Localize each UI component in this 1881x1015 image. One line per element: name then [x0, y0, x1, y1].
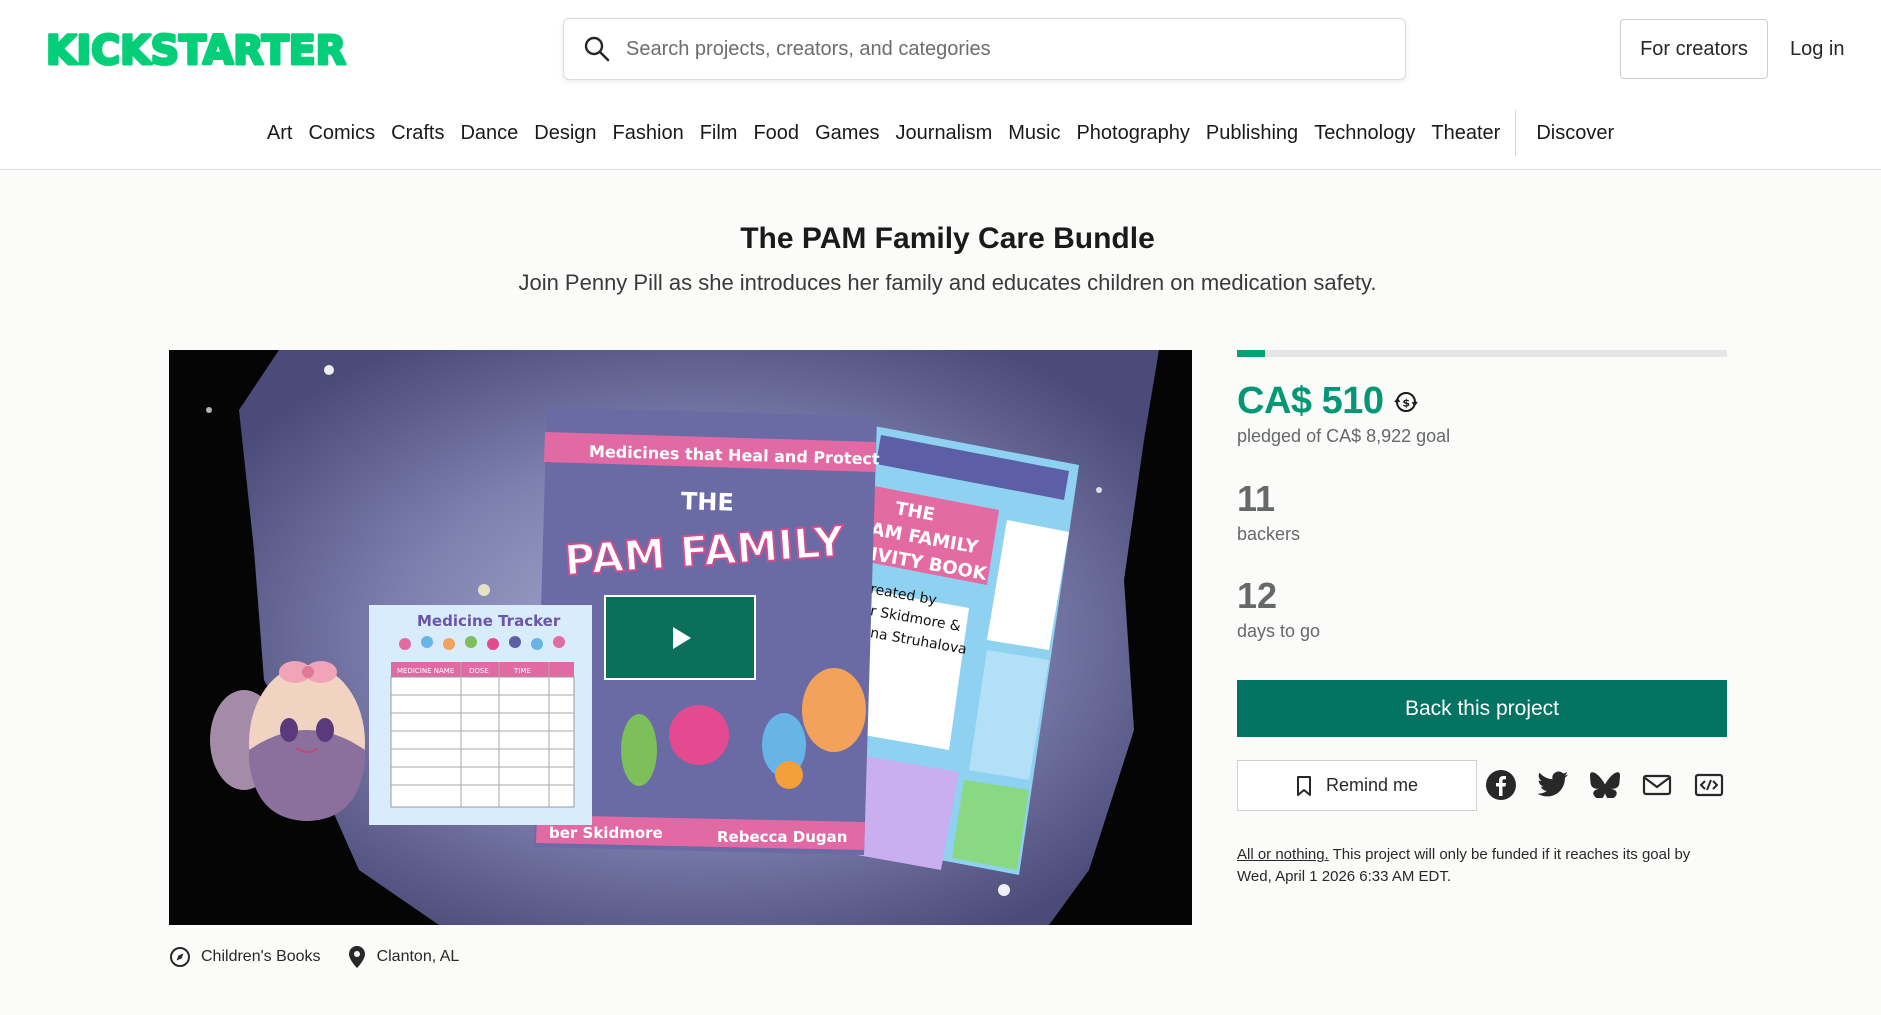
bookmark-icon [1296, 775, 1311, 796]
days-count: 12 [1237, 575, 1278, 616]
category-label: Children's Books [201, 948, 321, 965]
medicine-tracker: Medicine Tracker MEDICINE NAME DOSE TIME [369, 605, 592, 825]
project-subtitle: Join Penny Pill as she introduces her fa… [518, 270, 1377, 295]
all-or-nothing-link[interactable]: All or nothing. [1237, 846, 1329, 863]
bluesky-icon[interactable] [1588, 768, 1622, 802]
backers-label: backers [1237, 524, 1301, 544]
currency-convert-icon[interactable]: $ [1393, 389, 1419, 415]
category-food[interactable]: Food [745, 122, 807, 145]
compass-icon [170, 947, 190, 967]
embed-icon[interactable] [1692, 768, 1726, 802]
for-creators-button[interactable]: For creators [1620, 19, 1768, 79]
svg-text:MEDICINE NAME: MEDICINE NAME [397, 667, 454, 675]
funding-progress-bar [1237, 350, 1727, 357]
funding-progress-fill [1237, 350, 1265, 357]
category-design[interactable]: Design [526, 122, 604, 145]
location-pin-icon [348, 946, 365, 968]
email-icon[interactable] [1640, 768, 1674, 802]
svg-text:Medicine Tracker: Medicine Tracker [417, 612, 561, 630]
svg-text:$: $ [1403, 396, 1410, 409]
category-technology[interactable]: Technology [1306, 122, 1423, 145]
category-art[interactable]: Art [259, 122, 301, 145]
svg-text:ber Skidmore: ber Skidmore [549, 824, 663, 842]
remind-me-button[interactable]: Remind me [1237, 760, 1477, 811]
category-film[interactable]: Film [692, 122, 746, 145]
category-music[interactable]: Music [1000, 122, 1068, 145]
kickstarter-logo[interactable]: KICKSTARTER [46, 28, 351, 70]
site-header: KICKSTARTER For creators Log in Art Comi… [0, 0, 1881, 170]
login-link[interactable]: Log in [1790, 19, 1845, 79]
facebook-icon[interactable] [1484, 768, 1518, 802]
category-photography[interactable]: Photography [1068, 122, 1197, 145]
days-label: days to go [1237, 621, 1321, 641]
category-games[interactable]: Games [807, 122, 887, 145]
location-label: Clanton, AL [376, 948, 460, 965]
location-tag[interactable]: Clanton, AL [347, 945, 460, 969]
project-title: The PAM Family Care Bundle [740, 222, 1155, 255]
category-journalism[interactable]: Journalism [888, 122, 1001, 145]
kickstarter-logo-wordmark: KICKSTARTER [46, 28, 348, 70]
project-meta: Children's Books Clanton, AL [169, 945, 485, 969]
nav-divider [1515, 110, 1517, 156]
search-input[interactable] [626, 19, 1405, 79]
project-video[interactable]: THE AM FAMILY IVITY BOOK reated by r Ski… [169, 350, 1192, 925]
twitter-icon[interactable] [1536, 768, 1570, 802]
category-theater[interactable]: Theater [1423, 122, 1508, 145]
back-project-button[interactable]: Back this project [1237, 680, 1727, 737]
remind-me-label: Remind me [1325, 775, 1419, 795]
search-box[interactable] [563, 18, 1406, 80]
svg-text:TIME: TIME [513, 667, 531, 675]
category-publishing[interactable]: Publishing [1198, 122, 1306, 145]
search-icon [584, 36, 610, 62]
play-button[interactable] [604, 595, 756, 680]
play-icon [673, 626, 691, 649]
svg-text:DOSE: DOSE [469, 667, 489, 675]
category-dance[interactable]: Dance [452, 122, 526, 145]
category-fashion[interactable]: Fashion [605, 122, 692, 145]
discover-link[interactable]: Discover [1528, 122, 1622, 145]
category-crafts[interactable]: Crafts [383, 122, 452, 145]
category-comics[interactable]: Comics [300, 122, 383, 145]
backers-count: 11 [1237, 478, 1276, 519]
goal-text: pledged of CA$ 8,922 goal [1237, 426, 1451, 446]
all-or-nothing-notice: All or nothing. This project will only b… [1237, 844, 1727, 888]
pledged-amount: CA$ 510 $ [1237, 380, 1419, 423]
category-tag[interactable]: Children's Books [169, 946, 321, 968]
pledged-value: CA$ 510 [1237, 380, 1384, 422]
svg-text:KICKSTARTER: KICKSTARTER [46, 28, 346, 70]
svg-text:THE: THE [681, 487, 735, 516]
svg-text:Rebecca Dugan: Rebecca Dugan [717, 828, 847, 846]
category-nav: Art Comics Crafts Dance Design Fashion F… [0, 110, 1881, 156]
share-icons [1484, 768, 1726, 802]
